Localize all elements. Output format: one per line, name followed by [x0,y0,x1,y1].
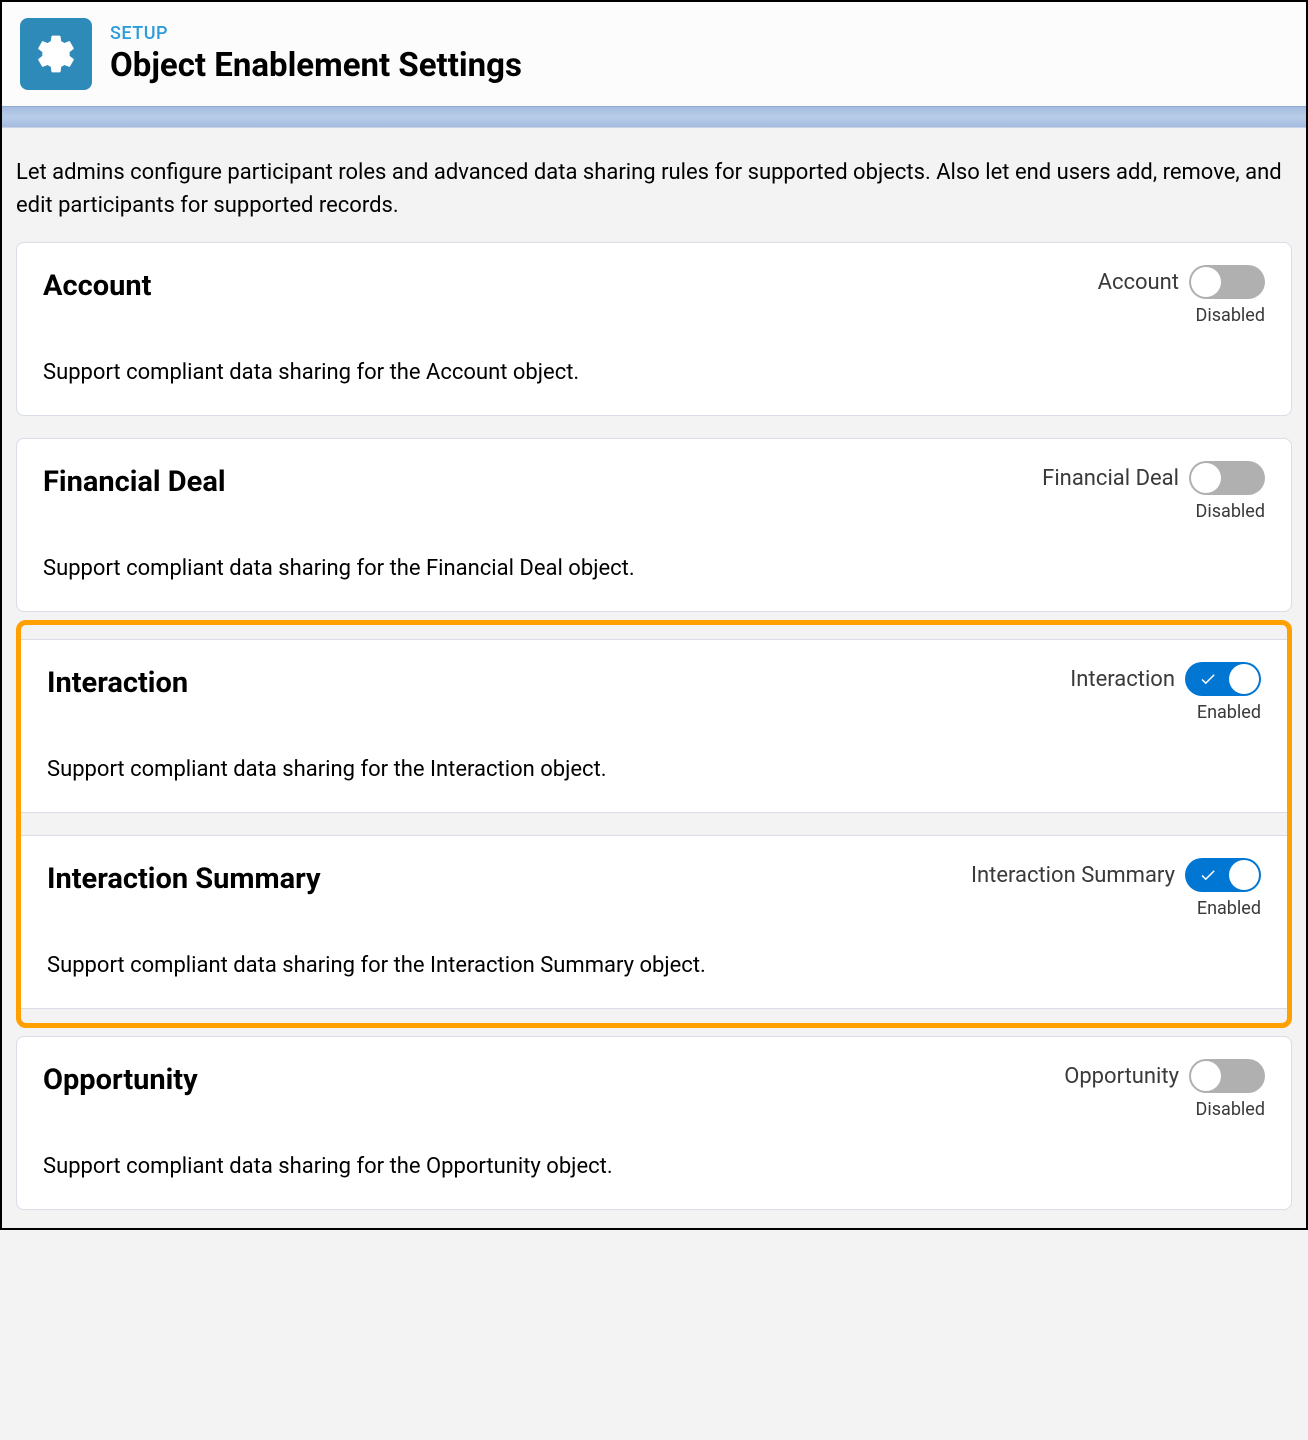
toggle-row: Interaction Summary [971,858,1261,892]
toggle-row: Opportunity [1064,1059,1265,1093]
toggle-switch[interactable] [1189,265,1265,299]
card-top-row: Interaction Summary Interaction Summary … [47,858,1261,919]
toggle-switch[interactable] [1189,1059,1265,1093]
breadcrumb: SETUP [110,23,522,44]
card-description: Support compliant data sharing for the O… [43,1154,1265,1179]
settings-card: Interaction Interaction Enabled Support … [21,639,1287,813]
page-description: Let admins configure participant roles a… [2,128,1306,242]
toggle-row: Interaction [1070,662,1261,696]
toggle-label: Opportunity [1064,1064,1179,1089]
toggle-knob [1191,463,1221,493]
toggle-knob [1229,664,1259,694]
card-title: Interaction Summary [47,858,321,896]
toggle-switch[interactable] [1185,858,1261,892]
toggle-status: Enabled [1197,898,1261,919]
card-top-row: Account Account Disabled [43,265,1265,326]
toggle-label: Account [1098,270,1179,295]
page-title: Object Enablement Settings [110,46,522,85]
card-top-row: Interaction Interaction Enabled [47,662,1261,723]
card-description: Support compliant data sharing for the I… [47,953,1261,978]
header-divider [2,106,1306,128]
card-top-row: Financial Deal Financial Deal Disabled [43,461,1265,522]
toggle-knob [1191,267,1221,297]
card-description: Support compliant data sharing for the A… [43,360,1265,385]
highlight-wrapper: Interaction Interaction Enabled Support … [16,620,1292,1028]
settings-card: Account Account Disabled Support complia… [16,242,1292,416]
card-description: Support compliant data sharing for the I… [47,757,1261,782]
toggle-status: Enabled [1197,702,1261,723]
toggle-label: Financial Deal [1042,466,1179,491]
check-icon [1199,866,1217,884]
settings-card: Opportunity Opportunity Disabled Support… [16,1036,1292,1210]
toggle-switch[interactable] [1189,461,1265,495]
toggle-knob [1229,860,1259,890]
toggle-status: Disabled [1196,501,1265,522]
card-description: Support compliant data sharing for the F… [43,556,1265,581]
card-title: Opportunity [43,1059,198,1097]
toggle-row: Financial Deal [1042,461,1265,495]
toggle-status: Disabled [1196,305,1265,326]
toggle-group: Interaction Enabled [1070,662,1261,723]
header-text: SETUP Object Enablement Settings [110,23,522,85]
settings-card: Interaction Summary Interaction Summary … [21,835,1287,1009]
toggle-group: Financial Deal Disabled [1042,461,1265,522]
toggle-knob [1191,1061,1221,1091]
toggle-row: Account [1098,265,1265,299]
toggle-switch[interactable] [1185,662,1261,696]
card-title: Account [43,265,151,303]
toggle-status: Disabled [1196,1099,1265,1120]
toggle-group: Interaction Summary Enabled [971,858,1261,919]
page-container: SETUP Object Enablement Settings Let adm… [2,2,1306,1228]
page-header: SETUP Object Enablement Settings [2,2,1306,106]
card-title: Interaction [47,662,188,700]
card-top-row: Opportunity Opportunity Disabled [43,1059,1265,1120]
toggle-group: Account Disabled [1098,265,1265,326]
toggle-group: Opportunity Disabled [1064,1059,1265,1120]
card-title: Financial Deal [43,461,226,499]
toggle-label: Interaction [1070,667,1175,692]
check-icon [1199,670,1217,688]
settings-card: Financial Deal Financial Deal Disabled S… [16,438,1292,612]
card-list: Account Account Disabled Support complia… [2,242,1306,1228]
gear-icon [20,18,92,90]
toggle-label: Interaction Summary [971,863,1175,888]
